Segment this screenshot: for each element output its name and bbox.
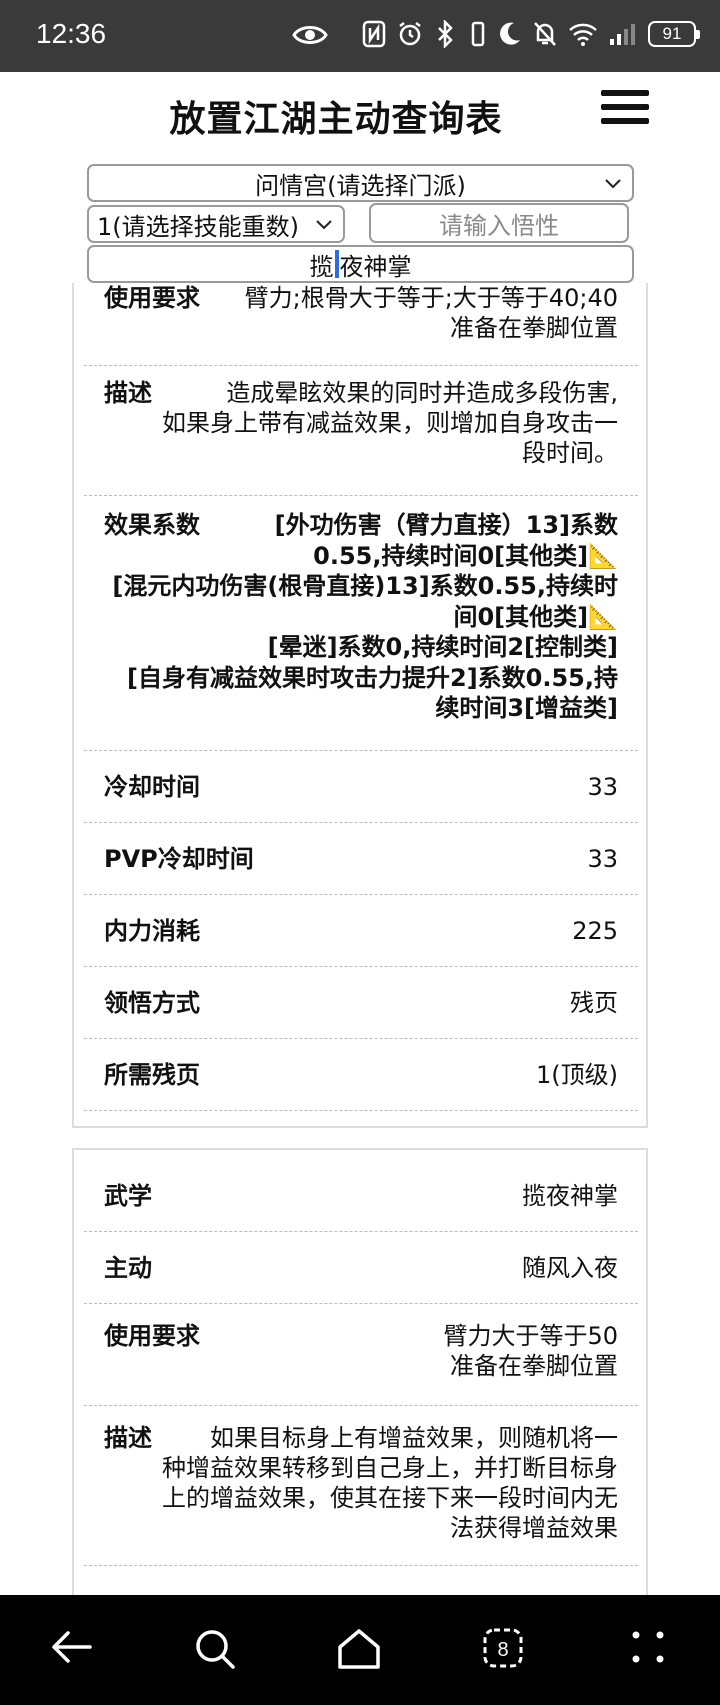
effect-line3: [混元内功伤害(根骨直接)13]系数0.55,持续时 <box>112 572 618 600</box>
status-bar: 12:36 91 <box>0 0 720 72</box>
mp-cost-label: 内力消耗 <box>104 916 200 945</box>
vibrate-icon <box>471 21 485 47</box>
requirement-line2: 准备在拳脚位置 <box>450 314 618 342</box>
description-line1-2: 如果目标身上有增益效果，则随机将一 <box>210 1424 618 1452</box>
eye-icon <box>292 26 328 44</box>
signal-icon <box>610 24 635 45</box>
pvp-cooldown-value: 33 <box>587 844 618 873</box>
learn-method-label: 领悟方式 <box>104 988 200 1017</box>
cooldown-value: 33 <box>587 772 618 801</box>
effect-line4: 间0[其他类] <box>453 602 589 631</box>
effect-row: 效果系数 [外功伤害（臂力直接）13]系数 0.55,持续时间0[其他类]📐 [… <box>84 496 638 751</box>
home-icon[interactable] <box>336 1627 382 1671</box>
status-icons: 91 <box>362 20 700 48</box>
status-time: 12:36 <box>36 18 107 49</box>
sect-select-value: 问情宫(请选择门派) <box>255 171 466 200</box>
pvp-cooldown-row: PVP冷却时间 33 <box>84 823 638 895</box>
description-label: 描述 <box>104 379 152 407</box>
active-label: 主动 <box>104 1253 152 1282</box>
skill-label: 武学 <box>104 1181 152 1210</box>
skill-value: 揽夜神掌 <box>522 1181 618 1210</box>
pvp-cooldown-label: PVP冷却时间 <box>104 844 254 873</box>
chevron-down-icon <box>605 179 621 189</box>
requirement-row: 使用要求 臂力;根骨大于等于;大于等于40;40 准备在拳脚位置 <box>84 283 638 366</box>
moon-icon <box>500 22 520 45</box>
mute-icon <box>534 22 556 46</box>
skill-input-text-after: 夜神掌 <box>339 252 412 281</box>
wuxing-placeholder: 请输入悟性 <box>439 211 559 240</box>
description-row-2: 描述 如果目标身上有增益效果，则随机将一 种增益效果转移到自己身上，并打断目标身 … <box>84 1406 638 1566</box>
learn-method-value: 残页 <box>570 988 618 1017</box>
skill-input[interactable]: 揽夜神掌 <box>87 245 634 283</box>
sect-select[interactable]: 问情宫(请选择门派) <box>87 164 634 202</box>
learn-method-row: 领悟方式 残页 <box>84 967 638 1039</box>
back-icon[interactable] <box>50 1627 94 1667</box>
skill-input-text-before: 揽 <box>309 252 334 281</box>
wuxing-input[interactable]: 请输入悟性 <box>369 203 629 243</box>
description-line2: 如果身上带有减益效果，则增加自身攻击一 <box>162 409 618 437</box>
description-line3: 段时间。 <box>522 439 618 467</box>
mp-cost-row: 内力消耗 225 <box>84 895 638 967</box>
battery-icon: 91 <box>648 21 700 47</box>
effect-line5: [晕迷]系数0,持续时间2[控制类] <box>267 633 618 661</box>
wifi-icon <box>569 23 597 46</box>
system-nav-bar: 8 <box>0 1595 720 1705</box>
cooldown-label: 冷却时间 <box>104 772 200 801</box>
description-row: 描述 造成晕眩效果的同时并造成多段伤害, 如果身上带有减益效果，则增加自身攻击一 … <box>84 366 638 496</box>
menu-icon[interactable] <box>601 90 649 128</box>
pages-needed-value: 1(顶级) <box>536 1060 618 1089</box>
level-select-value: 1(请选择技能重数) <box>97 212 299 241</box>
page-title: 放置江湖主动查询表 <box>169 99 503 140</box>
skill-row: 武学 揽夜神掌 <box>84 1150 638 1232</box>
bluetooth-icon <box>438 20 453 48</box>
nfc-icon <box>362 20 386 48</box>
description-line2-2: 种增益效果转移到自己身上，并打断目标身 <box>162 1454 618 1482</box>
effect-label: 效果系数 <box>104 511 200 539</box>
alarm-icon <box>399 22 421 46</box>
requirement-row-2: 使用要求 臂力大于等于50 准备在拳脚位置 <box>84 1304 638 1406</box>
level-select[interactable]: 1(请选择技能重数) <box>87 205 345 243</box>
more-dots-icon[interactable] <box>630 1627 666 1667</box>
svg-text:8: 8 <box>497 1639 508 1661</box>
chevron-down-icon <box>316 220 332 230</box>
mp-cost-value: 225 <box>572 916 618 945</box>
triangle-ruler-icon: 📐 <box>588 541 618 570</box>
skill-detail-card-2: 武学 揽夜神掌 主动 随风入夜 使用要求 臂力大于等于50 准备在拳脚位置 描述… <box>72 1148 648 1608</box>
effect-line2: 0.55,持续时间0[其他类] <box>313 541 589 570</box>
active-value: 随风入夜 <box>522 1253 618 1282</box>
description-line3-2: 上的增益效果，使其在接下来一段时间内无 <box>162 1484 618 1512</box>
description-label-2: 描述 <box>104 1424 152 1452</box>
text-caret <box>334 250 339 278</box>
tabs-icon[interactable]: 8 <box>482 1627 524 1669</box>
pages-needed-label: 所需残页 <box>104 1060 200 1089</box>
description-line1: 造成晕眩效果的同时并造成多段伤害, <box>226 379 618 407</box>
requirement-label: 使用要求 <box>104 284 200 312</box>
effect-line7: 续时间3[增益类] <box>435 694 618 722</box>
pages-needed-row: 所需残页 1(顶级) <box>84 1039 638 1111</box>
active-row: 主动 随风入夜 <box>84 1232 638 1304</box>
description-line4-2: 法获得增益效果 <box>450 1514 618 1542</box>
search-icon[interactable] <box>193 1627 237 1671</box>
requirement-line2-2: 准备在拳脚位置 <box>450 1352 618 1380</box>
requirement-label-2: 使用要求 <box>104 1322 200 1350</box>
effect-line6: [自身有减益效果时攻击力提升2]系数0.55,持 <box>127 663 618 692</box>
skill-detail-card: 使用要求 臂力;根骨大于等于;大于等于40;40 准备在拳脚位置 描述 造成晕眩效… <box>72 283 648 1128</box>
triangle-ruler-icon: 📐 <box>588 602 618 631</box>
cooldown-row: 冷却时间 33 <box>84 751 638 823</box>
